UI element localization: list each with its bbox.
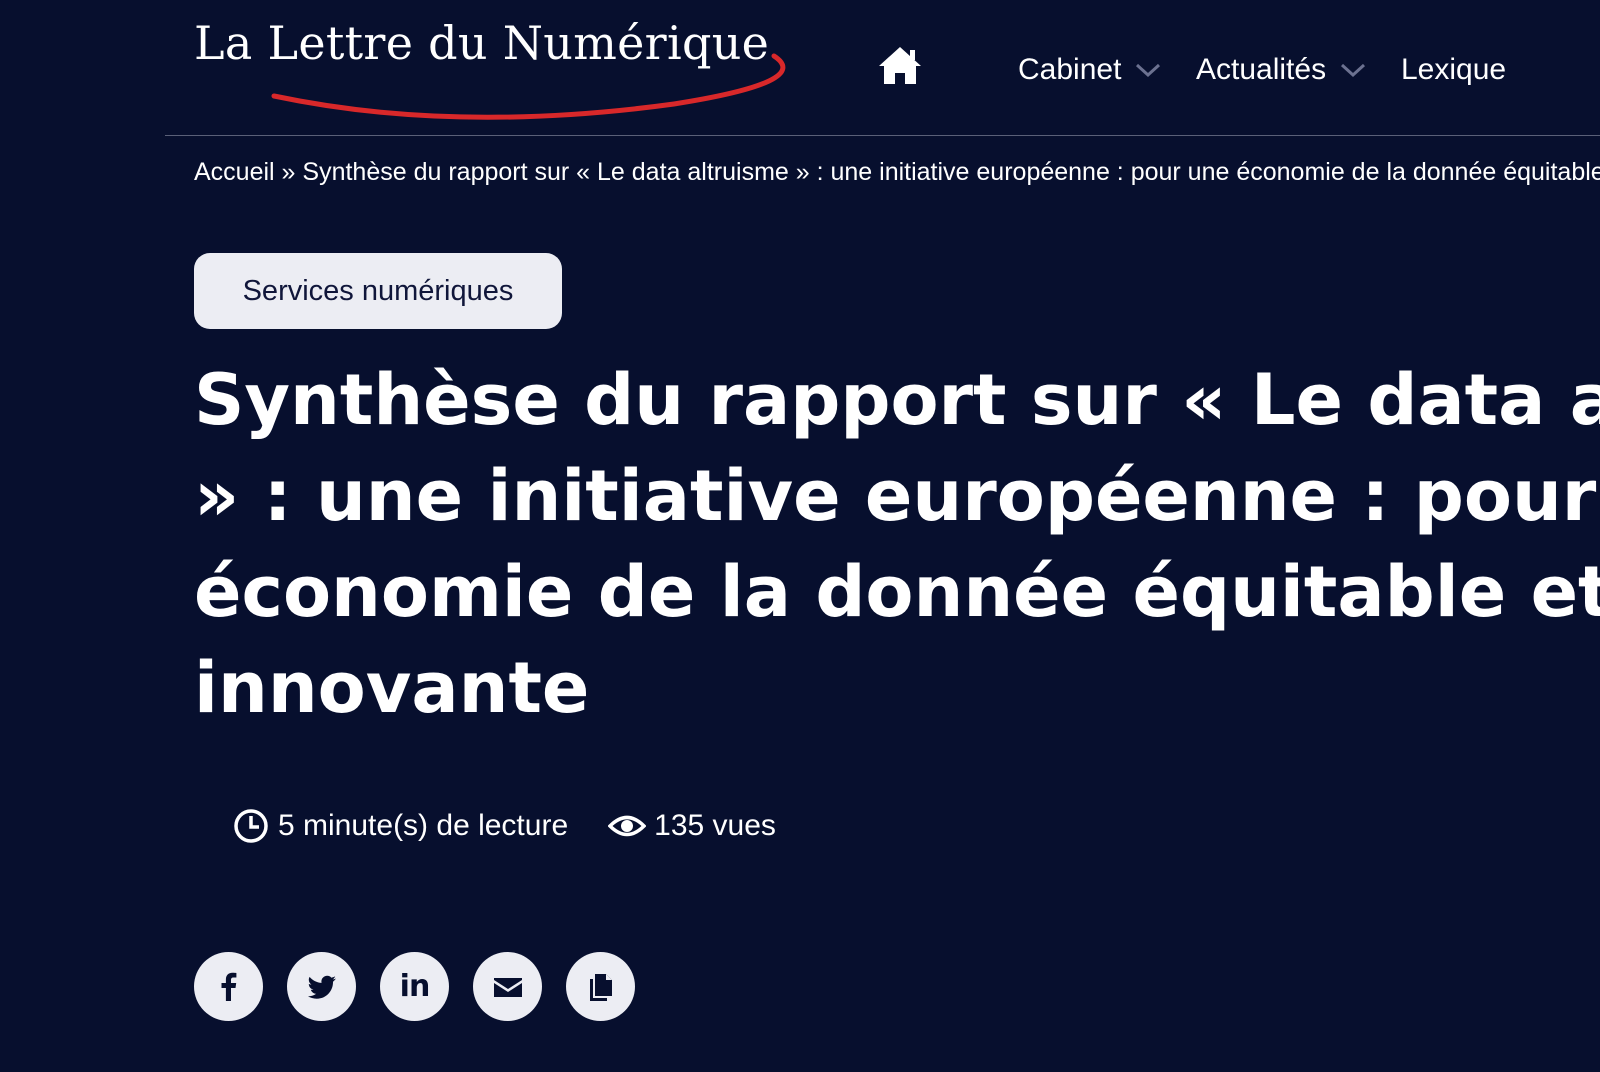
twitter-icon <box>307 975 336 999</box>
share-bar: in <box>194 952 659 1021</box>
breadcrumb-current: Synthèse du rapport sur « Le data altrui… <box>302 158 1600 186</box>
reading-time-text: 5 minute(s) de lecture <box>278 809 569 842</box>
facebook-icon <box>221 972 236 1001</box>
home-icon[interactable] <box>876 44 924 88</box>
site-logo[interactable]: La Lettre du Numérique <box>194 14 794 120</box>
reading-time: 5 minute(s) de lecture <box>232 807 568 845</box>
title-line: innovante <box>194 647 590 729</box>
share-copy-link-button[interactable] <box>566 952 635 1021</box>
copy-link-icon <box>589 973 612 1001</box>
linkedin-icon: in <box>399 969 431 1004</box>
eye-icon <box>608 815 647 837</box>
category-label: Services numériques <box>242 274 514 307</box>
article-meta: 5 minute(s) de lecture 135 vues <box>232 802 776 850</box>
breadcrumb-home-link[interactable]: Accueil <box>194 158 275 186</box>
share-email-button[interactable] <box>473 952 542 1021</box>
title-line: » : une initiative européenne : pour une <box>194 455 1600 537</box>
header-divider <box>165 135 1600 136</box>
title-line: Synthèse du rapport sur « Le data altrui… <box>194 359 1600 441</box>
nav-item-label: Actualités <box>1196 53 1327 86</box>
clock-icon <box>234 809 268 843</box>
logo-text: La Lettre du Numérique <box>194 16 770 70</box>
nav-item-label: Cabinet <box>1018 53 1122 86</box>
breadcrumb-separator: » <box>281 158 296 186</box>
share-twitter-button[interactable] <box>287 952 356 1021</box>
share-linkedin-button[interactable]: in <box>380 952 449 1021</box>
article-title: Synthèse du rapport sur « Le data altrui… <box>194 352 1600 736</box>
email-icon <box>493 977 522 997</box>
nav-item-cabinet[interactable]: Cabinet <box>1018 48 1161 92</box>
share-facebook-button[interactable] <box>194 952 263 1021</box>
category-badge[interactable]: Services numériques <box>194 253 562 329</box>
title-line: économie de la donnée équitable et <box>194 551 1600 633</box>
chevron-down-icon <box>1136 63 1161 78</box>
nav-item-actualites[interactable]: Actualités <box>1196 48 1366 92</box>
view-count-text: 135 vues <box>654 809 776 842</box>
view-count: 135 vues <box>608 807 776 845</box>
chevron-down-icon <box>1341 63 1366 78</box>
nav-item-lexique[interactable]: Lexique <box>1401 48 1506 92</box>
breadcrumb: Accueil » Synthèse du rapport sur « Le d… <box>194 158 1600 194</box>
nav-item-label: Lexique <box>1401 53 1507 86</box>
page: La Lettre du Numérique Cabinet Actualité… <box>0 0 1600 1072</box>
